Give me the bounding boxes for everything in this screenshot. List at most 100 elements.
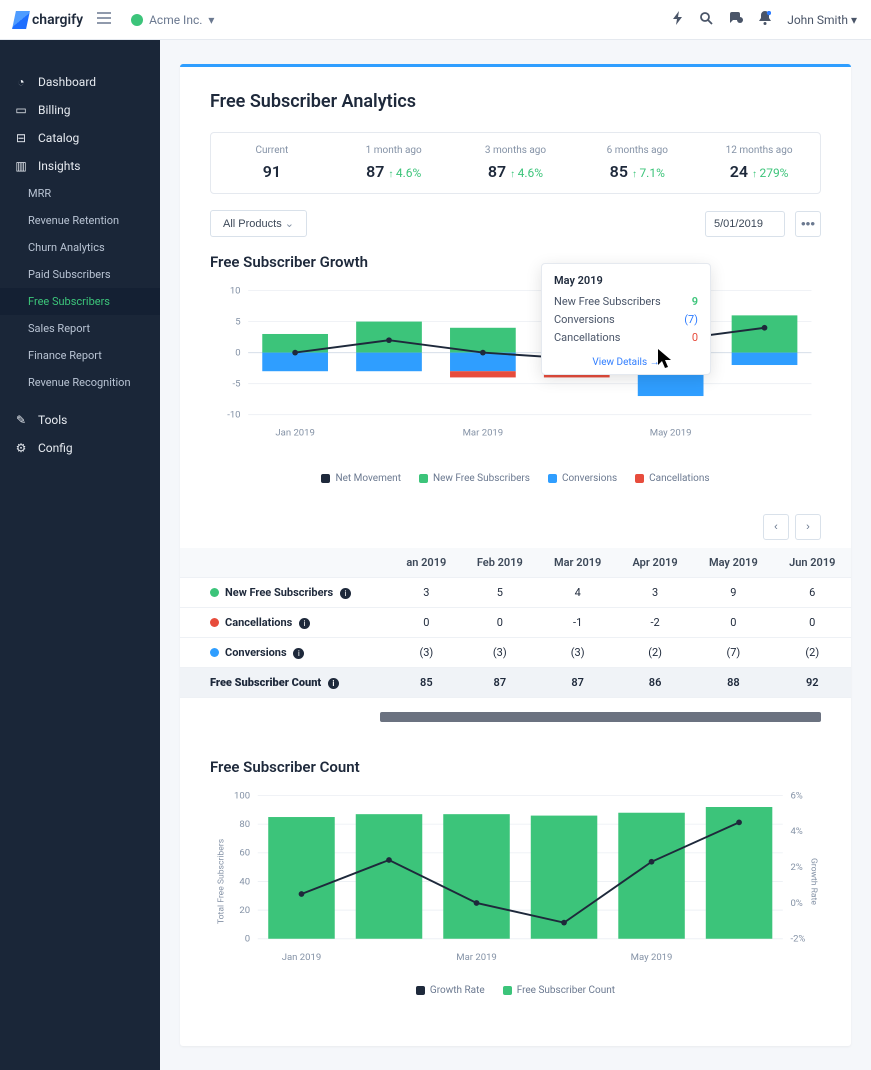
main-card: Free Subscriber Analytics Current91 1 mo… [180, 64, 851, 1046]
svg-text:2%: 2% [790, 862, 802, 873]
svg-text:-2%: -2% [790, 933, 805, 944]
brand-mark-icon [12, 11, 30, 29]
pager-prev-button[interactable]: ‹ [763, 514, 789, 540]
chart-tooltip: May 2019 New Free Subscribers9 Conversio… [541, 263, 711, 375]
svg-text:Jan 2019: Jan 2019 [275, 428, 315, 439]
table-row: New Free Subscribers i354396 [180, 577, 851, 607]
svg-text:0%: 0% [790, 898, 802, 909]
svg-text:Growth Rate: Growth Rate [808, 858, 818, 905]
svg-text:Total Free Subscribers: Total Free Subscribers [216, 839, 226, 924]
sidebar-item-revenue-retention[interactable]: Revenue Retention [0, 207, 160, 234]
count-chart: 0 20 40 60 80 100 -2% 0% 2% 4% 6% Jan 2019 Mar 2019 M… [180, 786, 851, 1046]
growth-title: Free Subscriber Growth [180, 247, 851, 281]
svg-text:10: 10 [230, 285, 241, 296]
info-icon[interactable]: i [340, 588, 351, 599]
svg-text:Jan 2019: Jan 2019 [282, 952, 322, 963]
table-col-header: Apr 2019 [617, 548, 693, 578]
org-switcher[interactable]: Acme Inc. ▾ [131, 13, 214, 27]
svg-text:-10: -10 [227, 410, 240, 421]
sidebar-item-revenue-recognition[interactable]: Revenue Recognition [0, 369, 160, 396]
kpi-12mo: 12 months ago24279% [698, 133, 820, 193]
brand-name: chargify [32, 12, 83, 28]
wrench-icon: ✎ [14, 413, 28, 427]
search-icon[interactable] [700, 12, 713, 28]
kpi-1mo: 1 month ago874.6% [333, 133, 455, 193]
sidebar-item-catalog[interactable]: ⊟Catalog [0, 124, 160, 152]
bolt-icon[interactable] [672, 11, 684, 28]
kpi-current: Current91 [211, 133, 333, 193]
count-legend: Growth Rate Free Subscriber Count [210, 977, 821, 1016]
table-total-row: Free Subscriber Count i858787868892 [180, 667, 851, 697]
pager-next-button[interactable]: › [795, 514, 821, 540]
user-menu[interactable]: John Smith ▾ [787, 13, 857, 27]
table-col-header: an 2019 [391, 548, 461, 578]
filter-row: All Products ••• [210, 210, 821, 237]
info-icon[interactable]: i [328, 678, 339, 689]
kpi-3mo: 3 months ago874.6% [455, 133, 577, 193]
chat-icon[interactable] [729, 12, 743, 28]
chevron-down-icon: ▾ [208, 13, 214, 27]
bell-icon[interactable] [759, 11, 771, 28]
date-end-input[interactable] [705, 211, 785, 237]
sidebar-item-dashboard[interactable]: ◔Dashboard [0, 68, 160, 96]
sidebar-item-tools[interactable]: ✎Tools [0, 406, 160, 434]
svg-text:May 2019: May 2019 [631, 952, 673, 963]
svg-text:5: 5 [235, 316, 240, 327]
chart-icon: ▥ [14, 159, 28, 173]
svg-text:Mar 2019: Mar 2019 [463, 428, 504, 439]
table-row: Conversions i(3)(3)(3)(2)(7)(2) [180, 637, 851, 667]
growth-chart: -10-50510Jan 2019Mar 2019May 2019 May 20… [180, 281, 851, 465]
sidebar-item-mrr[interactable]: MRR [0, 180, 160, 207]
svg-text:40: 40 [239, 876, 250, 887]
page-title: Free Subscriber Analytics [180, 67, 851, 132]
products-filter[interactable]: All Products [210, 210, 307, 237]
table-col-header: Jun 2019 [774, 548, 851, 578]
gauge-icon: ◔ [14, 75, 28, 89]
svg-text:80: 80 [239, 819, 250, 830]
table-col-header: Mar 2019 [538, 548, 617, 578]
brand-logo[interactable]: chargify [14, 11, 83, 29]
tooltip-view-details[interactable]: View Details → [554, 349, 698, 368]
svg-text:-5: -5 [233, 378, 241, 389]
table-col-header: May 2019 [693, 548, 773, 578]
svg-text:Mar 2019: Mar 2019 [456, 952, 497, 963]
info-icon[interactable]: i [299, 618, 310, 629]
org-name: Acme Inc. [149, 13, 202, 27]
svg-text:60: 60 [239, 848, 250, 859]
box-icon: ⊟ [14, 131, 28, 145]
gear-icon: ⚙ [14, 441, 28, 455]
svg-text:4%: 4% [790, 826, 802, 837]
hamburger-icon[interactable] [97, 12, 111, 27]
cursor-icon [657, 349, 675, 369]
more-actions-button[interactable]: ••• [795, 211, 821, 237]
table-horizontal-scrollbar[interactable] [380, 712, 821, 722]
svg-text:6%: 6% [790, 790, 802, 801]
svg-text:100: 100 [234, 790, 250, 801]
data-table: an 2019Feb 2019Mar 2019Apr 2019May 2019J… [180, 548, 851, 698]
sidebar-item-churn-analytics[interactable]: Churn Analytics [0, 234, 160, 261]
sidebar-item-paid-subscribers[interactable]: Paid Subscribers [0, 261, 160, 288]
svg-text:May 2019: May 2019 [650, 428, 692, 439]
card-icon: ▭ [14, 103, 28, 117]
kpi-6mo: 6 months ago857.1% [576, 133, 698, 193]
sidebar-item-sales-report[interactable]: Sales Report [0, 315, 160, 342]
org-status-icon [131, 14, 143, 26]
sidebar-item-insights[interactable]: ▥Insights [0, 152, 160, 180]
table-col-header: Feb 2019 [461, 548, 538, 578]
kpi-row: Current91 1 month ago874.6% 3 months ago… [210, 132, 821, 194]
table-row: Cancellations i00-1-200 [180, 607, 851, 637]
sidebar-item-free-subscribers[interactable]: Free Subscribers [0, 288, 160, 315]
sidebar-item-config[interactable]: ⚙Config [0, 434, 160, 462]
table-pager: ‹ › [180, 504, 851, 548]
sidebar-item-finance-report[interactable]: Finance Report [0, 342, 160, 369]
count-title: Free Subscriber Count [180, 752, 851, 786]
svg-text:0: 0 [245, 933, 250, 944]
sidebar-item-billing[interactable]: ▭Billing [0, 96, 160, 124]
tooltip-title: May 2019 [554, 274, 698, 287]
growth-legend: Net Movement New Free Subscribers Conver… [180, 465, 851, 504]
sidebar: ◔Dashboard ▭Billing ⊟Catalog ▥Insights M… [0, 40, 160, 1070]
svg-text:0: 0 [235, 347, 240, 358]
topbar: chargify Acme Inc. ▾ John Smith ▾ [0, 0, 871, 40]
info-icon[interactable]: i [293, 648, 304, 659]
svg-text:20: 20 [239, 905, 250, 916]
